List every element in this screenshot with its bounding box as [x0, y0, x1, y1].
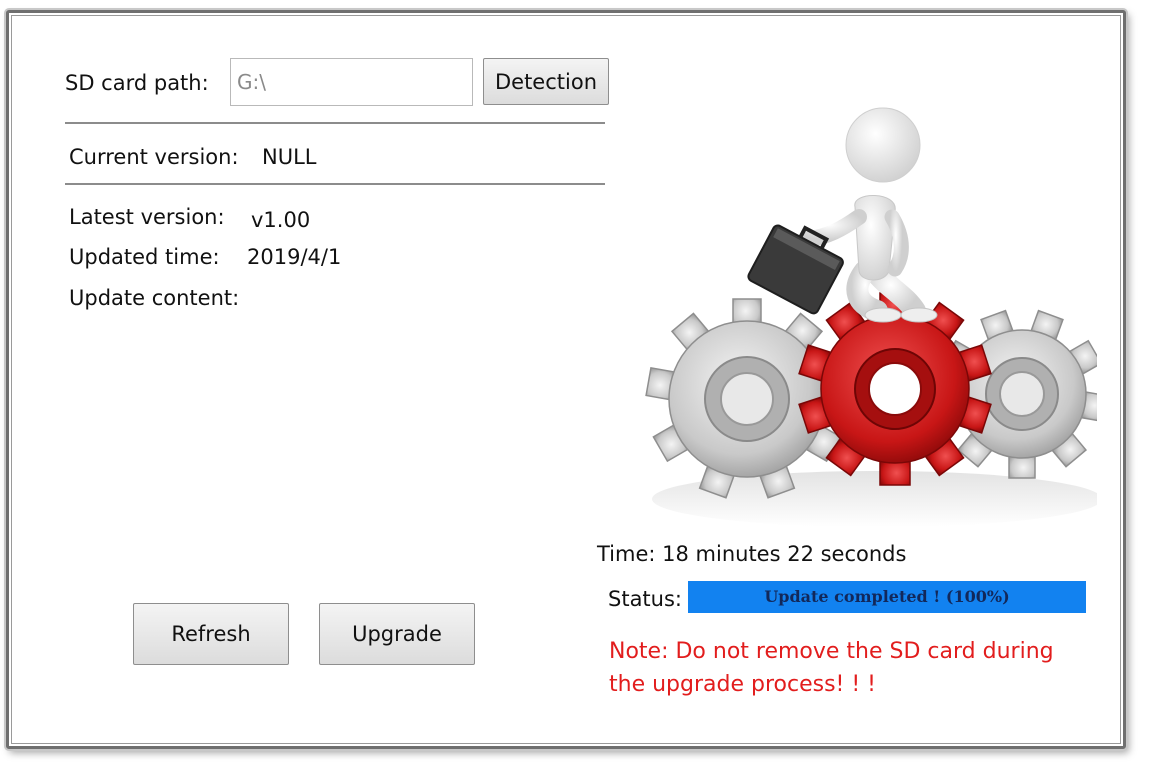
- warning-note-line-2: the upgrade process! ! !: [609, 672, 876, 697]
- update-progress-text: Update completed ! (100%): [764, 587, 1010, 606]
- updated-time-value: 2019/4/1: [247, 245, 342, 269]
- current-version-value: NULL: [262, 145, 317, 169]
- warning-note: Note: Do not remove the SD card during t…: [609, 635, 1109, 701]
- elapsed-time-text: Time: 18 minutes 22 seconds: [597, 542, 907, 566]
- man-on-gears-illustration: [645, 107, 1097, 527]
- status-label: Status:: [608, 587, 682, 611]
- refresh-button[interactable]: Refresh: [133, 603, 289, 665]
- divider-top: [65, 122, 605, 124]
- upgrade-button[interactable]: Upgrade: [319, 603, 475, 665]
- detection-button[interactable]: Detection: [483, 58, 609, 105]
- latest-version-value: v1.00: [251, 208, 311, 232]
- updater-window: SD card path: Detection Current version:…: [6, 10, 1126, 749]
- latest-version-label: Latest version:: [69, 205, 225, 229]
- warning-note-line-1: Note: Do not remove the SD card during: [609, 639, 1054, 664]
- current-version-label: Current version:: [69, 145, 239, 169]
- sd-card-path-label: SD card path:: [65, 71, 209, 95]
- divider-middle: [65, 183, 605, 185]
- update-content-label: Update content:: [69, 286, 240, 310]
- updated-time-label: Updated time:: [69, 245, 220, 269]
- update-progress-bar: Update completed ! (100%): [688, 581, 1086, 613]
- sd-card-path-input[interactable]: [230, 58, 473, 106]
